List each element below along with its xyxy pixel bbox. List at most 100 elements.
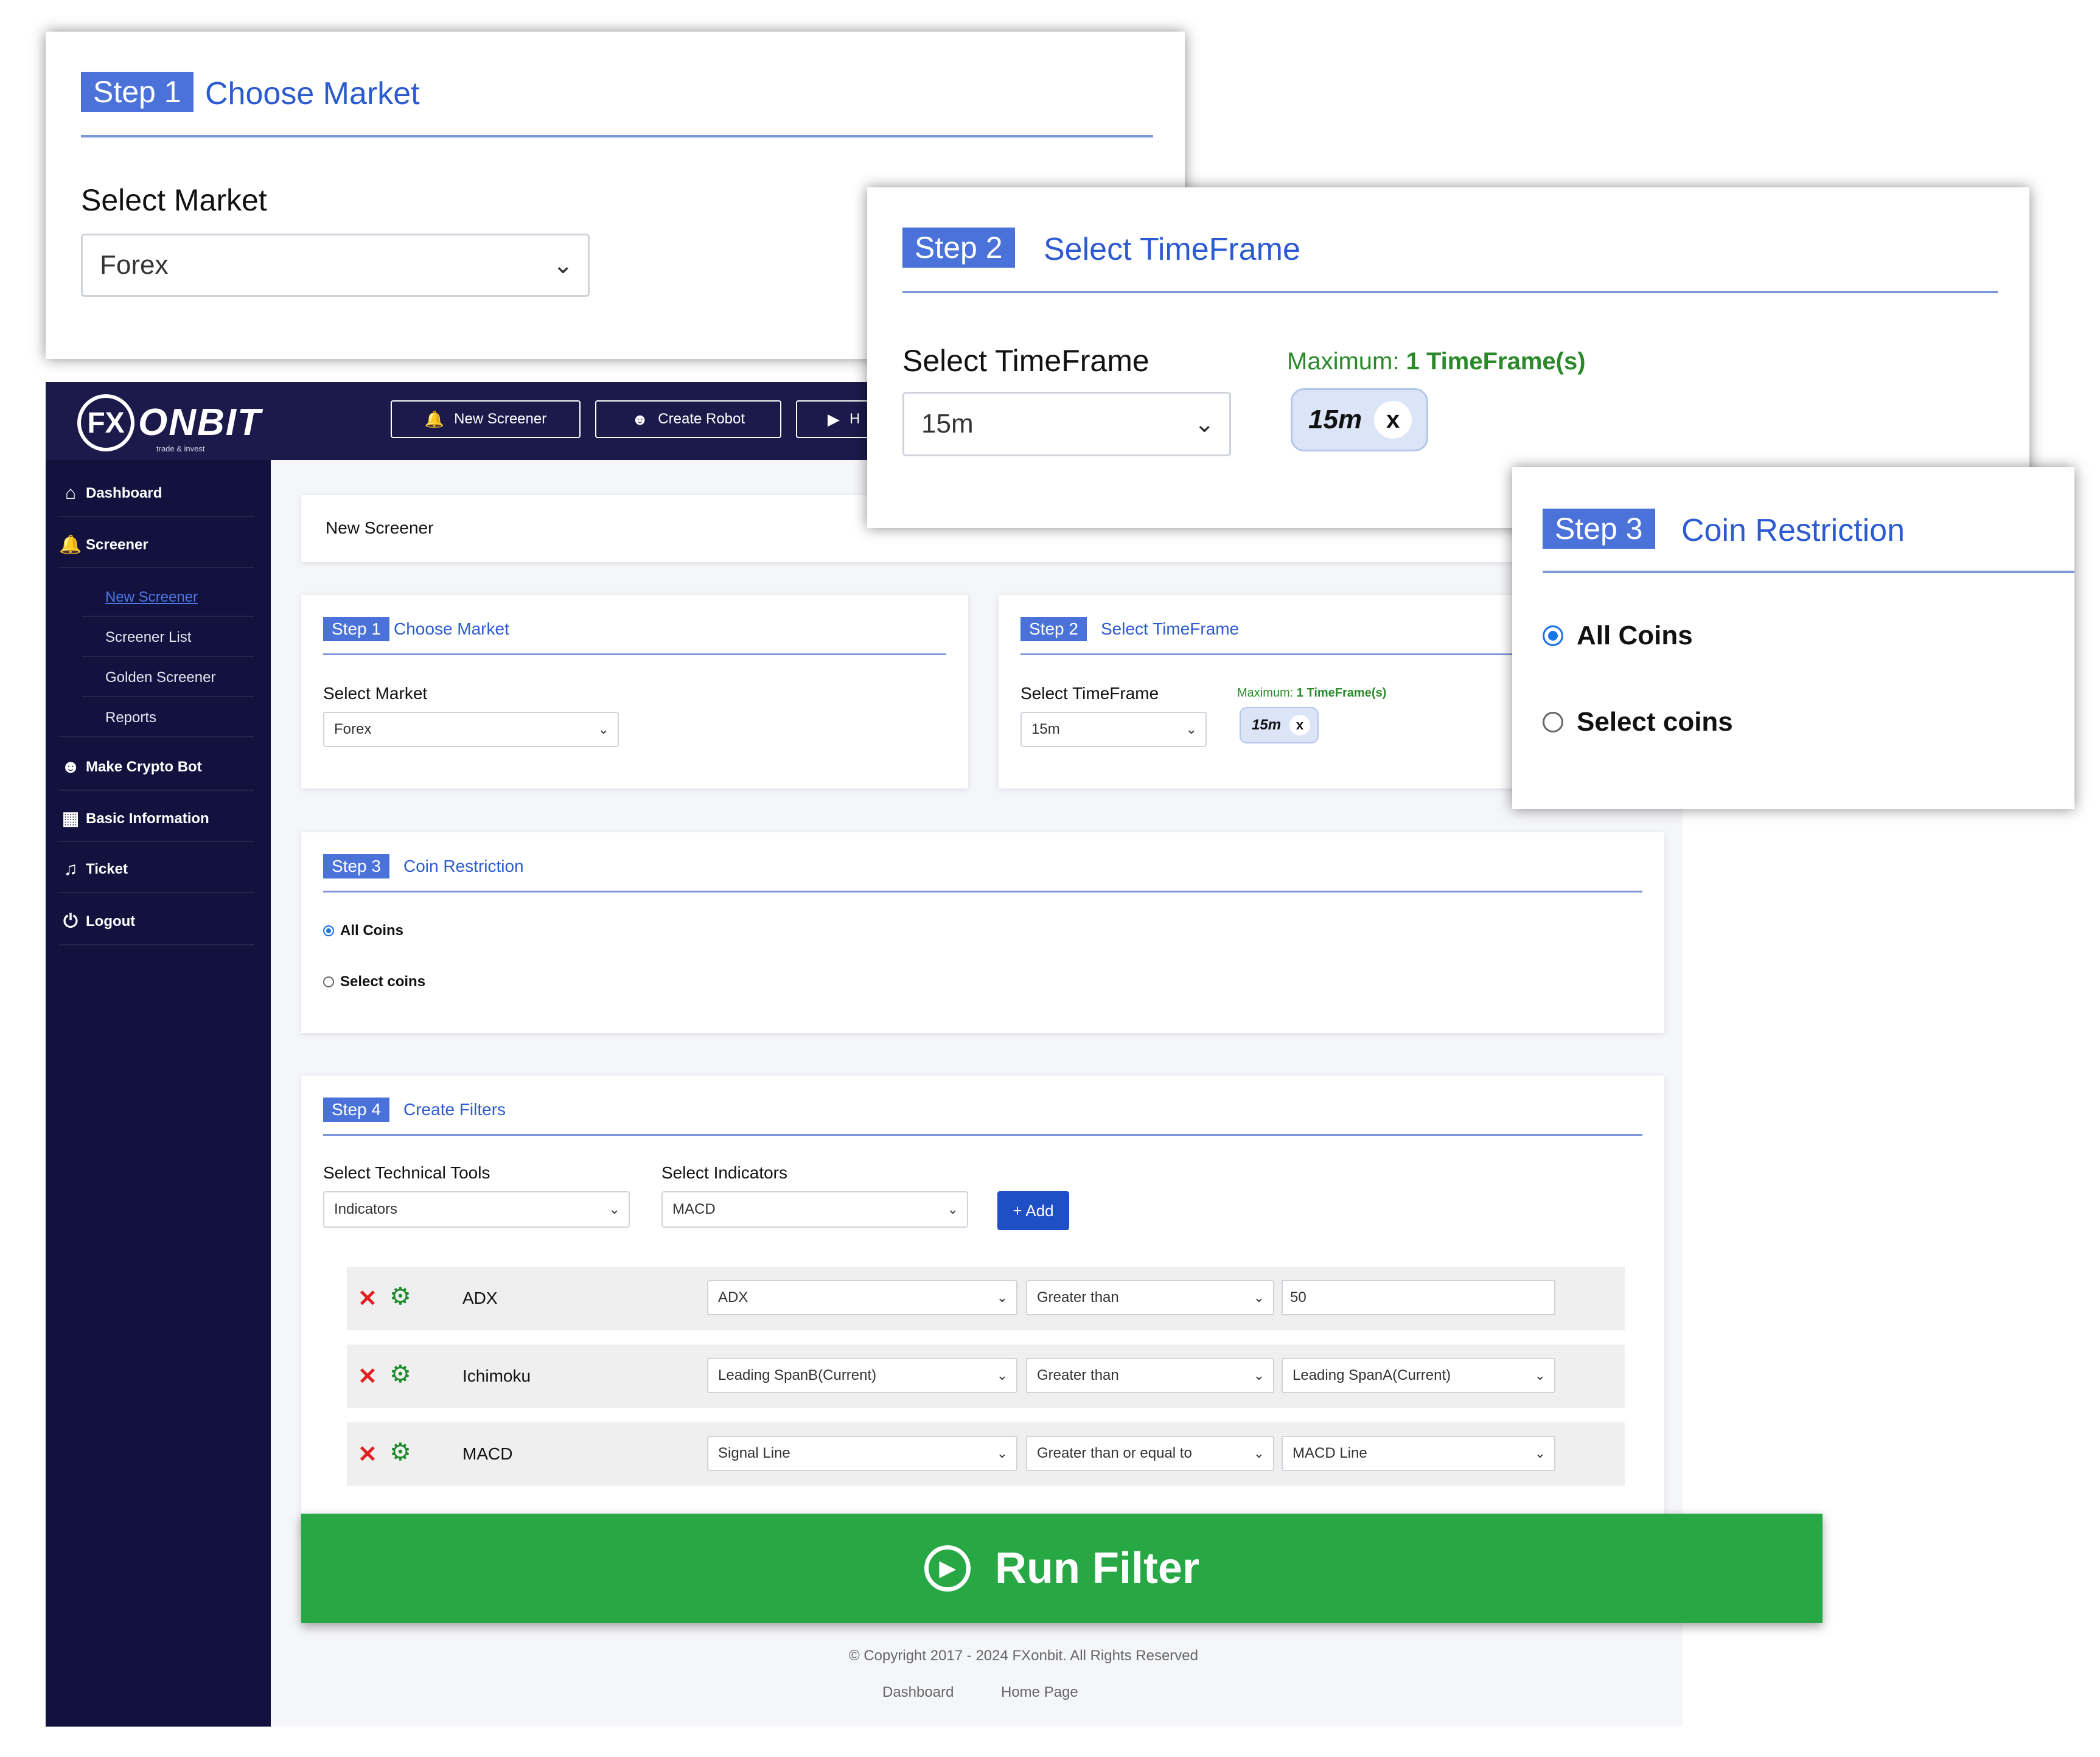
radio-all-coins[interactable]: All Coins xyxy=(1543,621,1693,651)
add-indicator-button[interactable]: + Add xyxy=(997,1191,1069,1230)
filter-row-adx: ✕ ⚙ ADX ADX ⌄ Greater than ⌄ 50 xyxy=(347,1267,1625,1330)
timeframe-select[interactable]: 15m ⌄ xyxy=(1020,712,1207,747)
chip-label: 15m xyxy=(1308,405,1362,434)
run-filter-button[interactable]: ▶ Run Filter xyxy=(301,1514,1823,1623)
chip-label: 15m xyxy=(1252,717,1282,733)
radio-label: All Coins xyxy=(340,922,404,939)
sidebar-item-label: Basic Information xyxy=(86,810,209,827)
max-timeframe-note: Maximum: 1 TimeFrame(s) xyxy=(1237,686,1386,700)
new-screener-label: New Screener xyxy=(454,411,547,427)
footer-link-dashboard[interactable]: Dashboard xyxy=(882,1684,954,1701)
sidebar-sub-new-screener[interactable]: New Screener xyxy=(105,589,198,606)
close-icon[interactable]: ✕ xyxy=(358,1441,377,1468)
chevron-down-icon: ⌄ xyxy=(1185,722,1197,737)
market-select[interactable]: Forex ⌄ xyxy=(81,234,590,297)
step1-card: Step 1 Choose Market Select Market Forex… xyxy=(301,595,968,788)
sidebar-divider xyxy=(59,892,254,893)
sidebar-item-screener[interactable]: 🔔 Screener xyxy=(59,534,254,555)
step1-title: Choose Market xyxy=(205,76,420,111)
sidebar-divider xyxy=(59,841,254,842)
new-screener-button[interactable]: 🔔 New Screener xyxy=(391,400,581,438)
timeframe-select[interactable]: 15m ⌄ xyxy=(902,392,1231,456)
radio-all-coins[interactable]: All Coins xyxy=(323,922,403,939)
step3-badge: Step 3 xyxy=(323,854,389,879)
sidebar-item-make-crypto-bot[interactable]: ☻ Make Crypto Bot xyxy=(59,757,254,778)
filter-operator-value: Greater than or equal to xyxy=(1037,1445,1192,1461)
step3-title: Coin Restriction xyxy=(1681,513,1905,548)
chevron-down-icon: ⌄ xyxy=(996,1290,1008,1305)
chip-remove-button[interactable]: x xyxy=(1374,401,1412,439)
sidebar-divider xyxy=(59,567,254,568)
step3-divider xyxy=(323,891,1642,892)
filter-field2-select[interactable]: Leading SpanA(Current) ⌄ xyxy=(1282,1358,1555,1393)
technical-tools-value: Indicators xyxy=(334,1201,398,1217)
logo-tagline: trade & invest xyxy=(156,444,205,453)
robot-icon: ☻ xyxy=(631,409,649,428)
step2-badge: Step 2 xyxy=(1020,617,1087,641)
filter-field1-select[interactable]: Leading SpanB(Current) ⌄ xyxy=(707,1358,1017,1393)
gear-icon[interactable]: ⚙ xyxy=(389,1282,411,1310)
radio-select-coins[interactable]: Select coins xyxy=(323,973,425,990)
filter-operator-select[interactable]: Greater than ⌄ xyxy=(1026,1280,1274,1315)
bell-icon: 🔔 xyxy=(59,535,82,555)
filter-operator-select[interactable]: Greater than or equal to ⌄ xyxy=(1026,1436,1274,1471)
filter-operator-select[interactable]: Greater than ⌄ xyxy=(1026,1358,1274,1393)
sidebar-item-ticket[interactable]: ♫ Ticket xyxy=(59,859,254,880)
radio-select-coins[interactable]: Select coins xyxy=(1543,707,1733,737)
max-timeframe-note: Maximum: 1 TimeFrame(s) xyxy=(1287,348,1586,375)
filter-name: Ichimoku xyxy=(462,1366,531,1385)
gear-icon[interactable]: ⚙ xyxy=(389,1438,411,1466)
sidebar-sub-golden-screener[interactable]: Golden Screener xyxy=(105,669,215,686)
indicators-select[interactable]: MACD ⌄ xyxy=(661,1191,968,1228)
chip-remove-button[interactable]: x xyxy=(1289,715,1311,736)
technical-tools-select[interactable]: Indicators ⌄ xyxy=(323,1191,630,1228)
step3-divider xyxy=(1543,571,2074,573)
indicators-label: Select Indicators xyxy=(661,1163,787,1182)
close-icon[interactable]: ✕ xyxy=(358,1363,377,1390)
sidebar-divider xyxy=(59,516,254,517)
sidebar-item-label: Ticket xyxy=(86,861,128,877)
radio-label: Select coins xyxy=(340,973,426,990)
chevron-down-icon: ⌄ xyxy=(996,1368,1008,1383)
sidebar-item-label: Make Crypto Bot xyxy=(86,759,202,775)
create-robot-label: Create Robot xyxy=(658,411,745,427)
sidebar-divider xyxy=(82,656,254,657)
filter-field1-value: Leading SpanB(Current) xyxy=(718,1367,877,1383)
gear-icon[interactable]: ⚙ xyxy=(389,1360,411,1388)
footer-link-home-page[interactable]: Home Page xyxy=(1001,1684,1078,1701)
sidebar-divider xyxy=(82,616,254,617)
filter-field2-select[interactable]: MACD Line ⌄ xyxy=(1282,1436,1555,1471)
market-select[interactable]: Forex ⌄ xyxy=(323,712,619,747)
max-value: 1 TimeFrame(s) xyxy=(1406,348,1586,375)
page-title: New Screener xyxy=(326,518,434,537)
close-icon[interactable]: ✕ xyxy=(358,1285,377,1312)
sidebar-sub-reports[interactable]: Reports xyxy=(105,709,156,726)
step1-badge: Step 1 xyxy=(81,72,194,112)
timeframe-select-value: 15m xyxy=(1031,721,1060,737)
step3-card: Step 3 Coin Restriction All Coins Select… xyxy=(301,832,1664,1033)
step2-badge: Step 2 xyxy=(902,228,1015,268)
step2-title: Select TimeFrame xyxy=(1101,619,1240,638)
sidebar-sub-screener-list[interactable]: Screener List xyxy=(105,629,191,646)
fxonbit-logo[interactable]: FX ONBIT trade & invest xyxy=(77,394,262,453)
sidebar-item-dashboard[interactable]: ⌂ Dashboard xyxy=(59,483,254,504)
step2-title: Select TimeFrame xyxy=(1044,232,1300,267)
filter-field2-value: Leading SpanA(Current) xyxy=(1292,1367,1451,1383)
filter-field1-select[interactable]: ADX ⌄ xyxy=(707,1280,1017,1315)
sidebar-item-logout[interactable]: ⏻ Logout xyxy=(59,911,254,932)
chevron-down-icon: ⌄ xyxy=(1253,1368,1265,1383)
select-timeframe-label: Select TimeFrame xyxy=(902,344,1149,378)
filter-field1-select[interactable]: Signal Line ⌄ xyxy=(707,1436,1017,1471)
radio-label: Select coins xyxy=(1577,707,1733,737)
filter-field1-value: Signal Line xyxy=(718,1445,790,1461)
footer-copyright: © Copyright 2017 - 2024 FXonbit. All Rig… xyxy=(849,1647,1198,1664)
step3-badge: Step 3 xyxy=(1543,509,1655,549)
sidebar-item-label: Dashboard xyxy=(86,485,162,501)
sidebar-item-basic-information[interactable]: ▦ Basic Information xyxy=(59,808,254,829)
filter-row-macd: ✕ ⚙ MACD Signal Line ⌄ Greater than or e… xyxy=(347,1422,1625,1486)
timeframe-chip: 15m x xyxy=(1240,707,1319,743)
step4-badge: Step 4 xyxy=(323,1098,389,1122)
create-robot-button[interactable]: ☻ Create Robot xyxy=(595,400,781,438)
step1-title: Choose Market xyxy=(394,619,509,638)
filter-value-input[interactable]: 50 xyxy=(1282,1280,1555,1315)
